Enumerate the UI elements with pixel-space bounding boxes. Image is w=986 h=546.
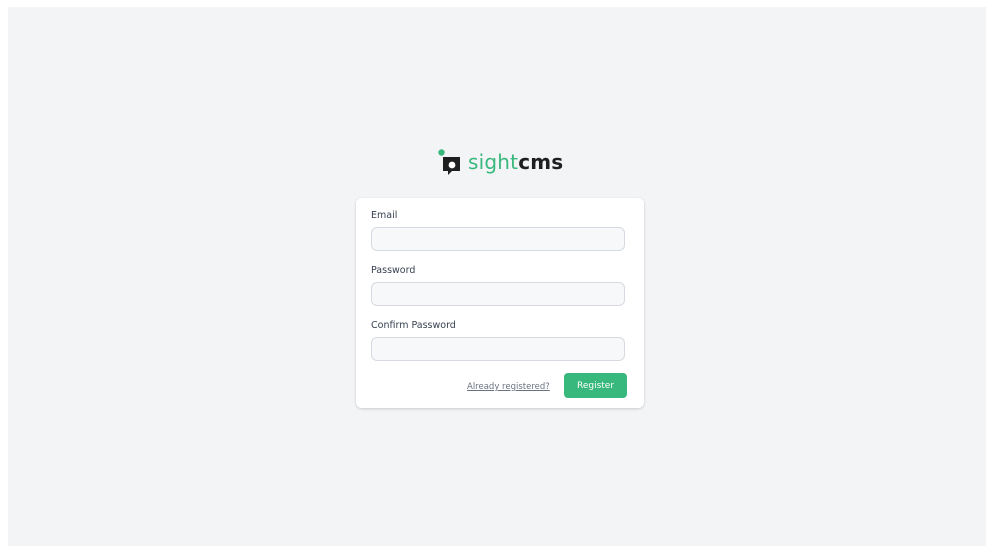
register-button[interactable]: Register: [564, 373, 627, 398]
email-label: Email: [371, 210, 398, 221]
brand-name-sight: sight: [468, 150, 519, 174]
password-input[interactable]: [371, 282, 625, 306]
confirm-password-input[interactable]: [371, 337, 625, 361]
already-registered-link[interactable]: Already registered?: [467, 382, 550, 392]
brand-logo: sightcms: [438, 145, 563, 179]
register-card: Email Password Confirm Password Already …: [356, 198, 644, 408]
speech-bubble-logo-icon: [438, 149, 460, 175]
brand-name: sightcms: [468, 150, 563, 174]
register-page: sightcms Email Password Confirm Password…: [8, 7, 986, 546]
password-label: Password: [371, 265, 416, 276]
email-input[interactable]: [371, 227, 625, 251]
confirm-password-label: Confirm Password: [371, 320, 456, 331]
brand-name-cms: cms: [518, 150, 564, 174]
